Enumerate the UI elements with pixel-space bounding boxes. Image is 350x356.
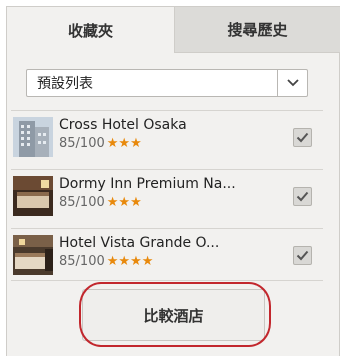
chevron-down-icon[interactable]: [277, 70, 307, 96]
hotel-name[interactable]: Hotel Vista Grande O...: [59, 235, 219, 251]
hotel-thumbnail: [13, 176, 53, 216]
hotel-thumbnail: [13, 117, 53, 157]
star-icon: ★: [118, 195, 131, 210]
hotel-score: 85/100: [59, 195, 105, 210]
star-rating: ★ ★ ★: [107, 196, 142, 209]
list-select-value: 預設列表: [37, 76, 93, 92]
compare-checkbox[interactable]: [293, 128, 312, 147]
compare-hotels-button[interactable]: 比較酒店: [82, 289, 265, 341]
star-rating: ★ ★ ★ ★: [107, 255, 154, 268]
star-icon: ★: [106, 254, 119, 269]
star-icon: ★: [141, 254, 154, 269]
tab-search-history[interactable]: 搜尋歷史: [175, 7, 340, 53]
hotel-name[interactable]: Cross Hotel Osaka: [59, 117, 187, 133]
hotel-item[interactable]: Dormy Inn Premium Na... 85/100 ★ ★ ★: [11, 169, 323, 221]
hotel-score: 85/100: [59, 254, 105, 269]
hotel-score: 85/100: [59, 136, 105, 151]
hotel-rating: 85/100 ★ ★ ★ ★: [59, 254, 153, 269]
compare-checkbox[interactable]: [293, 246, 312, 265]
star-icon: ★: [106, 195, 119, 210]
tab-favorites[interactable]: 收藏夾: [7, 7, 175, 53]
star-icon: ★: [130, 254, 142, 269]
star-icon: ★: [118, 136, 131, 151]
tab-bar: 收藏夾 搜尋歷史: [7, 7, 340, 53]
hotel-list: Cross Hotel Osaka 85/100 ★ ★ ★ Dormy Inn…: [11, 110, 323, 288]
star-icon: ★: [130, 136, 142, 151]
compare-checkbox[interactable]: [293, 187, 312, 206]
hotel-name[interactable]: Dormy Inn Premium Na...: [59, 176, 236, 192]
star-icon: ★: [106, 136, 119, 151]
hotel-rating: 85/100 ★ ★ ★: [59, 136, 142, 151]
list-select[interactable]: 預設列表: [26, 69, 308, 97]
star-icon: ★: [118, 254, 131, 269]
hotel-thumbnail: [13, 235, 53, 275]
hotel-rating: 85/100 ★ ★ ★: [59, 195, 142, 210]
hotel-item[interactable]: Hotel Vista Grande O... 85/100 ★ ★ ★ ★: [11, 228, 323, 281]
star-rating: ★ ★ ★: [107, 137, 142, 150]
star-icon: ★: [130, 195, 142, 210]
hotel-item[interactable]: Cross Hotel Osaka 85/100 ★ ★ ★: [11, 110, 323, 162]
